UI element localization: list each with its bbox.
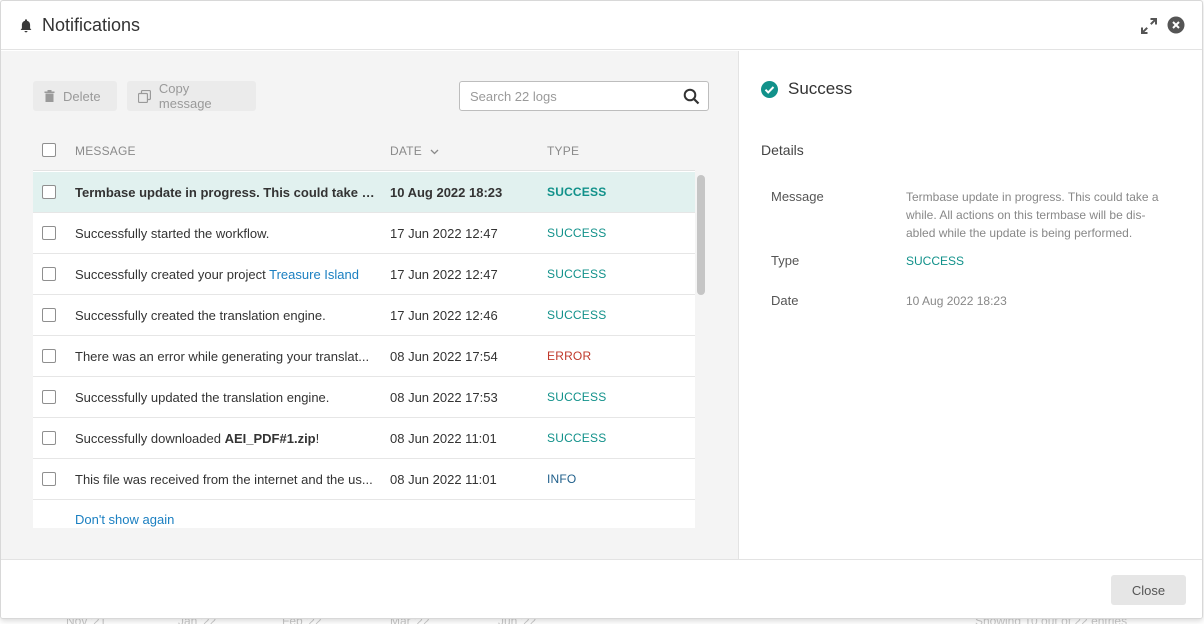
detail-message-line: Termbase update in progress. This could … [906, 190, 1159, 204]
copy-message-button[interactable]: Copy message [127, 81, 256, 111]
row-checkbox[interactable] [42, 431, 56, 445]
detail-message: Termbase update in progress. This could … [906, 188, 1176, 242]
file-name: AEI_PDF#1.zip [224, 431, 316, 446]
dialog-title: Notifications [42, 15, 141, 35]
delete-label: Delete [63, 88, 101, 104]
row-type: ERROR [547, 349, 592, 363]
row-date: 08 Jun 2022 17:53 [390, 390, 498, 405]
log-table: MESSAGE DATE TYPE Termbase update in pro… [33, 131, 695, 528]
close-circle-icon[interactable] [1167, 16, 1185, 34]
row-checkbox[interactable] [42, 267, 56, 281]
row-checkbox[interactable] [42, 390, 56, 404]
row-message-text: Successfully downloaded [75, 431, 225, 446]
table-row[interactable]: Successfully updated the translation eng… [33, 377, 695, 418]
table-row[interactable]: Successfully created your project Treasu… [33, 254, 695, 295]
row-date: 17 Jun 2022 12:47 [390, 267, 498, 282]
column-header-date-label: DATE [390, 144, 422, 158]
close-button[interactable]: Close [1111, 575, 1186, 605]
row-message: There was an error while generating your… [75, 349, 370, 364]
row-message-text: Successfully created your project [75, 267, 270, 282]
detail-type: SUCCESS [906, 254, 965, 268]
table-row[interactable]: Successfully started the workflow. 17 Ju… [33, 213, 695, 254]
row-checkbox[interactable] [42, 185, 56, 199]
row-message: Successfully created your project Treasu… [75, 267, 375, 282]
column-header-message[interactable]: MESSAGE [75, 144, 136, 158]
row-type: SUCCESS [547, 431, 607, 445]
row-type: INFO [547, 472, 577, 486]
row-checkbox[interactable] [42, 226, 56, 240]
status-title: Success [788, 79, 853, 98]
details-heading: Details [761, 142, 804, 158]
row-date: 08 Jun 2022 17:54 [390, 349, 498, 364]
row-checkbox[interactable] [42, 308, 56, 322]
row-type: SUCCESS [547, 308, 607, 322]
copy-label: Copy message [158, 81, 212, 111]
column-header-date[interactable]: DATE [390, 144, 439, 158]
row-type: SUCCESS [547, 267, 607, 281]
trash-icon [44, 90, 55, 102]
check-circle-icon [761, 80, 778, 98]
select-all-checkbox[interactable] [42, 143, 56, 157]
row-type: SUCCESS [547, 226, 607, 240]
row-message: Termbase update in progress. This could … [75, 185, 375, 200]
row-type: SUCCESS [547, 185, 607, 199]
delete-button[interactable]: Delete [33, 81, 117, 111]
project-link[interactable]: Treasure Island [269, 267, 359, 282]
column-header-type[interactable]: TYPE [547, 144, 579, 158]
chevron-down-icon [431, 149, 439, 155]
notifications-dialog: Notifications Delete Copy message Search… [0, 0, 1203, 619]
table-row[interactable]: Successfully created the translation eng… [33, 295, 695, 336]
row-checkbox[interactable] [42, 472, 56, 486]
row-date: 08 Jun 2022 11:01 [390, 472, 497, 487]
search-icon[interactable] [683, 88, 700, 105]
table-row[interactable]: There was an error while generating your… [33, 336, 695, 377]
row-date: 10 Aug 2022 18:23 [390, 185, 503, 200]
dont-show-again-link[interactable]: Don't show again [75, 512, 174, 527]
row-type: SUCCESS [547, 390, 607, 404]
detail-label-type: Type [771, 253, 800, 268]
row-checkbox[interactable] [42, 349, 56, 363]
row-message: Successfully downloaded AEI_PDF#1.zip! [75, 431, 375, 446]
row-date: 17 Jun 2022 12:46 [390, 308, 498, 323]
copy-icon [138, 89, 151, 103]
row-message: This file was received from the internet… [75, 472, 373, 487]
dialog-footer: Close [1, 559, 1202, 618]
detail-label-message: Message [771, 189, 824, 204]
table-row[interactable]: Termbase update in progress. This could … [33, 172, 695, 213]
row-date: 17 Jun 2022 12:47 [390, 226, 498, 241]
detail-message-line: while. All actions on this termbase will… [906, 208, 1146, 222]
row-message-suffix: ! [315, 431, 320, 446]
table-row[interactable]: Successfully downloaded AEI_PDF#1.zip! 0… [33, 418, 695, 459]
row-message: Successfully created the translation eng… [75, 308, 326, 323]
bell-icon [20, 19, 32, 33]
search-input[interactable] [460, 82, 675, 110]
table-row[interactable]: This file was received from the internet… [33, 459, 695, 500]
row-date: 08 Jun 2022 11:01 [390, 431, 497, 446]
search-box [459, 81, 709, 111]
log-list-panel: Delete Copy message MESSAGE DATE [1, 51, 739, 559]
expand-icon[interactable] [1140, 17, 1158, 35]
detail-label-date: Date [771, 293, 799, 308]
row-message: Successfully updated the translation eng… [75, 390, 330, 405]
detail-date: 10 Aug 2022 18:23 [906, 294, 1007, 308]
row-message: Successfully started the workflow. [75, 226, 270, 241]
table-header: MESSAGE DATE TYPE [33, 131, 695, 171]
status-header: Success [761, 79, 852, 99]
detail-panel: Success Details Message Termbase update … [740, 51, 1202, 559]
scrollbar-thumb[interactable] [697, 175, 705, 295]
detail-message-line: abled while the update is being performe… [906, 226, 1133, 240]
dialog-header: Notifications [1, 1, 1202, 50]
